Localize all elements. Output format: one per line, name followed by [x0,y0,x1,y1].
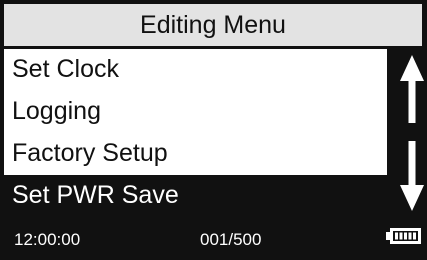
menu-item-label: Logging [12,97,101,125]
title-bar: Editing Menu [4,4,422,46]
menu-item-set-clock[interactable]: Set Clock [4,49,387,91]
menu-item-label: Factory Setup [12,139,168,167]
menu-item-factory-setup[interactable]: Factory Setup [4,133,387,175]
menu-item-logging[interactable]: Logging [4,91,387,133]
lcd-screen: Editing Menu Set Clock Logging Factory S… [0,0,427,260]
page-title: Editing Menu [140,11,286,39]
arrow-up-icon[interactable] [400,55,424,123]
battery-icon [386,227,422,250]
record-counter: 001/500 [200,230,262,249]
menu-item-label: Set PWR Save [12,181,179,209]
status-bar: 12:00:00 001/500 [4,220,427,258]
menu-item-set-pwr-save[interactable]: Set PWR Save [4,175,387,217]
scrollbar[interactable] [391,49,427,221]
menu-item-label: Set Clock [12,55,119,83]
arrow-down-icon[interactable] [400,141,424,211]
clock-time: 12:00:00 [14,230,81,249]
